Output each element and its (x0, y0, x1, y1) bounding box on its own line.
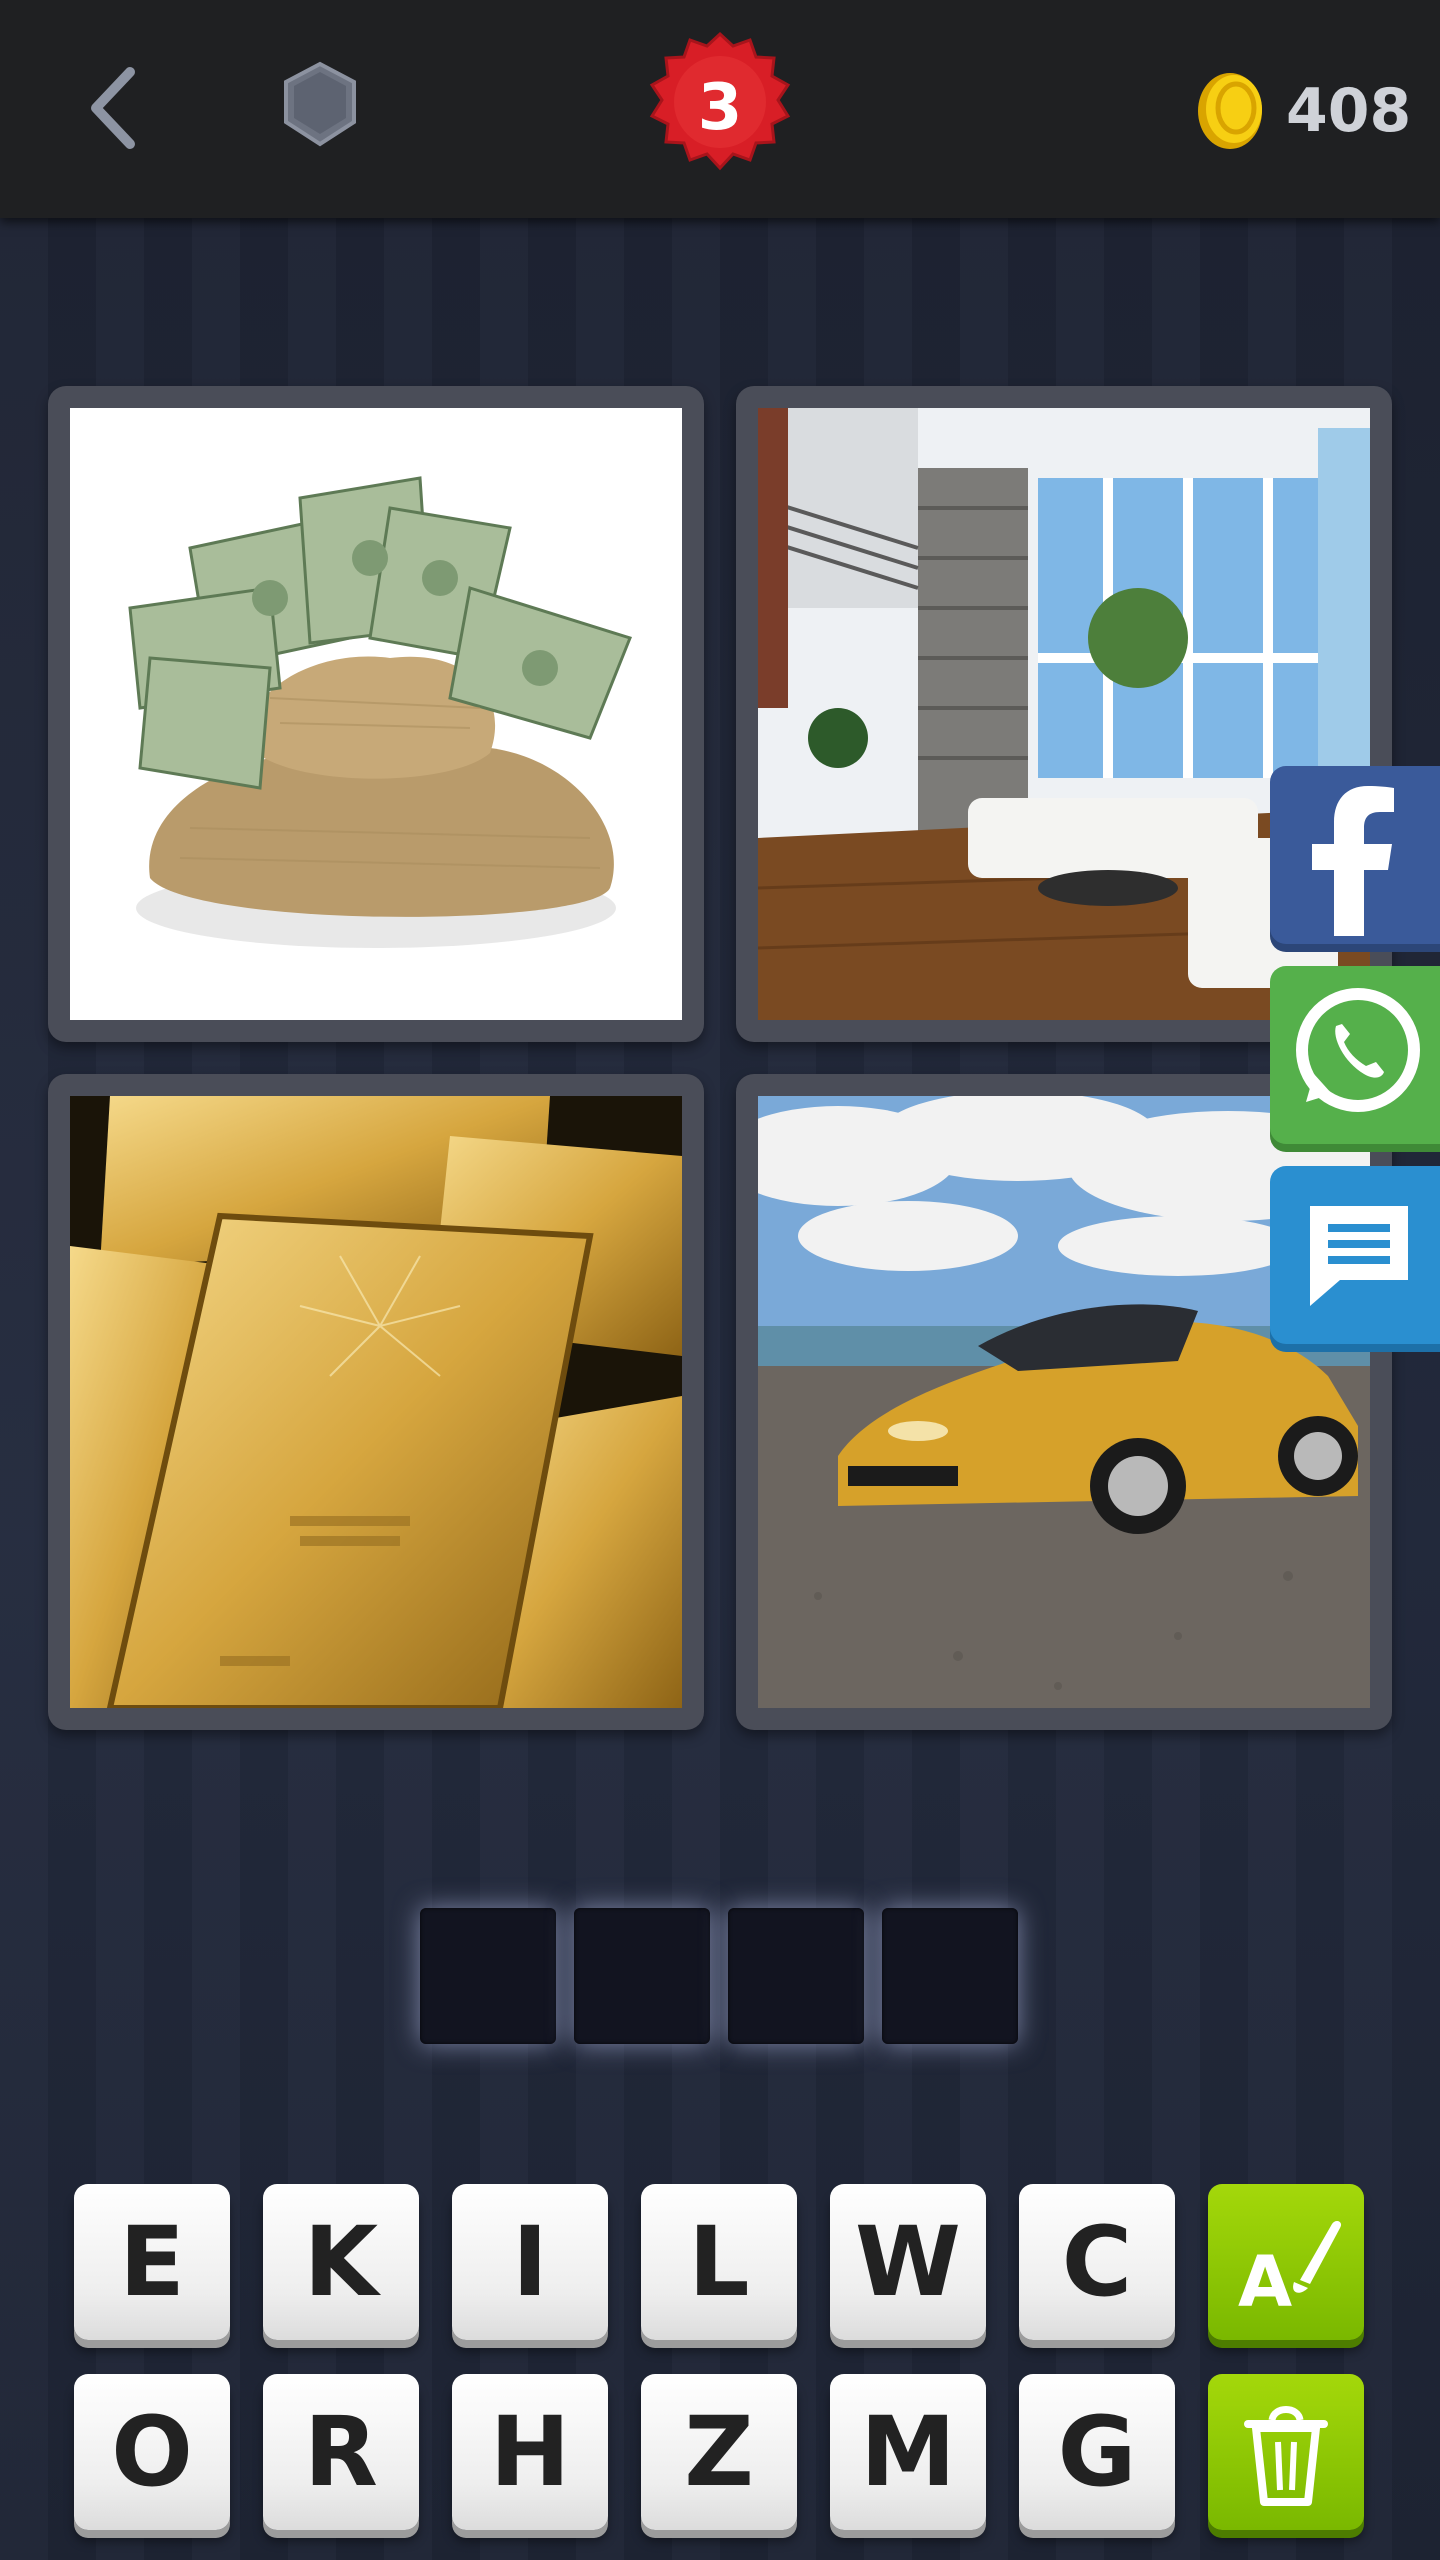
level-number: 3 (697, 71, 743, 145)
letter-key-label: R (304, 2396, 378, 2508)
money-bag-image (70, 408, 682, 1020)
letter-key[interactable]: K (263, 2184, 419, 2340)
whatsapp-icon (1296, 988, 1420, 1112)
top-bar: 3 408 (0, 0, 1440, 218)
letter-key-label: L (688, 2206, 750, 2318)
letter-key[interactable]: C (1019, 2184, 1175, 2340)
coins[interactable] (1190, 66, 1270, 156)
svg-text:A: A (1238, 2241, 1292, 2323)
trash-icon (1244, 2406, 1328, 2506)
letter-key-label: K (303, 2206, 379, 2318)
reveal-letter-icon: A (1238, 2221, 1342, 2323)
letter-key[interactable]: H (452, 2374, 608, 2530)
letter-key-label: O (111, 2396, 193, 2508)
letter-key[interactable]: W (830, 2184, 986, 2340)
coin-count: 408 (1286, 76, 1412, 146)
answer-slot[interactable] (728, 1908, 864, 2044)
answer-slots (420, 1908, 1020, 2044)
letter-key-label: I (512, 2206, 548, 2318)
letter-key-label: H (489, 2396, 571, 2508)
letter-key[interactable]: I (452, 2184, 608, 2340)
letter-key[interactable]: Z (641, 2374, 797, 2530)
level-badge: 3 (640, 28, 800, 188)
facebook-icon (1312, 786, 1394, 936)
letter-key-label: C (1061, 2206, 1133, 2318)
facebook-share-button[interactable] (1270, 766, 1440, 944)
letter-key[interactable]: O (74, 2374, 230, 2530)
answer-slot[interactable] (574, 1908, 710, 2044)
letter-key-label: W (855, 2206, 961, 2318)
chevron-left-icon (91, 67, 135, 149)
letter-key-label: M (860, 2396, 956, 2508)
answer-slot[interactable] (882, 1908, 1018, 2044)
gold-bars-image (70, 1096, 682, 1708)
shield-icon (284, 61, 356, 147)
letter-key[interactable]: E (74, 2184, 230, 2340)
letter-key[interactable]: M (830, 2374, 986, 2530)
message-share-button[interactable] (1270, 1166, 1440, 1344)
message-icon (1310, 1206, 1408, 1306)
back-button[interactable] (78, 58, 148, 158)
whatsapp-share-button[interactable] (1270, 966, 1440, 1144)
reveal-letter-button[interactable]: A (1208, 2184, 1364, 2340)
letter-key[interactable]: L (641, 2184, 797, 2340)
hint-shield-button[interactable] (280, 60, 360, 152)
letter-key-label: Z (684, 2396, 754, 2508)
coin-icon (1198, 73, 1262, 149)
letter-key-label: E (119, 2206, 185, 2318)
letter-key[interactable]: R (263, 2374, 419, 2530)
letter-key[interactable]: G (1019, 2374, 1175, 2530)
image-tile-1[interactable] (48, 386, 704, 1042)
letter-key-label: G (1057, 2396, 1137, 2508)
image-tile-3[interactable] (48, 1074, 704, 1730)
remove-letters-button[interactable] (1208, 2374, 1364, 2530)
answer-slot[interactable] (420, 1908, 556, 2044)
